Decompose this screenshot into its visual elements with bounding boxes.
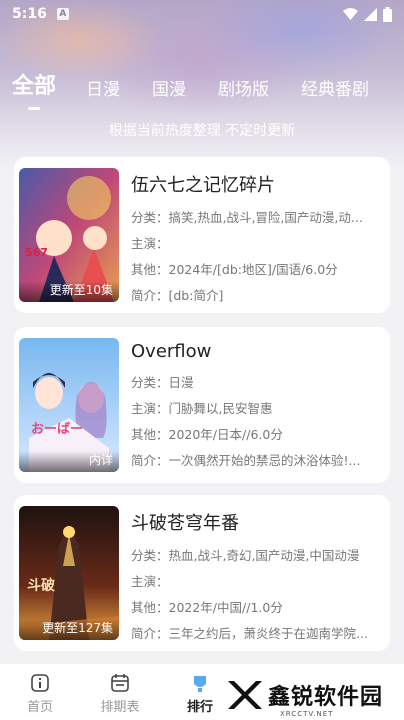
tab-japanese-anime[interactable]: 日漫 bbox=[86, 75, 120, 106]
anime-summary: 简介：一次偶然开始的禁忌的沐浴体验!... bbox=[131, 453, 361, 468]
ranking-icon bbox=[194, 676, 206, 692]
tab-movie[interactable]: 剧场版 bbox=[218, 75, 269, 106]
anime-cast: 主演： bbox=[131, 236, 169, 251]
anime-genre: 分类：搞笑,热血,战斗,冒险,国产动漫,动... bbox=[131, 210, 363, 225]
tab-classic[interactable]: 经典番剧 bbox=[301, 75, 369, 106]
anime-summary: 简介：三年之约后，萧炎终于在迦南学院... bbox=[131, 626, 368, 641]
anime-card[interactable]: 斗破 更新至127集 斗破苍穹年番 分类：热血,战斗,奇幻,国产动漫,中国动漫 … bbox=[14, 495, 390, 651]
nav-ranking-label: 排行 bbox=[186, 700, 213, 715]
anime-summary: 简介：[db:简介] bbox=[131, 288, 224, 303]
category-tabs: 全部 日漫 国漫 剧场版 经典番剧 bbox=[0, 66, 404, 110]
episode-badge: 更新至127集 bbox=[19, 619, 119, 640]
watermark-url: XRCCTV.NET bbox=[280, 710, 334, 718]
svg-text:斗破: 斗破 bbox=[27, 577, 55, 594]
signal-icon bbox=[364, 7, 377, 21]
watermark-text: 鑫锐软件园 bbox=[268, 685, 384, 710]
anime-genre: 分类：日漫 bbox=[131, 375, 194, 390]
anime-cast: 主演： bbox=[131, 574, 169, 589]
nav-home-label: 首页 bbox=[26, 700, 53, 715]
calendar-icon bbox=[111, 674, 129, 692]
anime-genre: 分类：热血,战斗,奇幻,国产动漫,中国动漫 bbox=[131, 548, 360, 563]
anime-title[interactable]: 斗破苍穹年番 bbox=[131, 509, 380, 535]
anime-other: 其他：2020年/日本//6.0分 bbox=[131, 427, 283, 442]
anime-card[interactable]: おーばー 内详 Overflow 分类：日漫 主演：门胁舞以,民安智惠 其他：2… bbox=[14, 327, 390, 483]
episode-badge: 更新至10集 bbox=[19, 281, 119, 302]
nav-schedule[interactable]: 排期表 bbox=[80, 664, 160, 715]
tab-all[interactable]: 全部 bbox=[12, 68, 56, 110]
anime-other: 其他：2024年/[db:地区]/国语/6.0分 bbox=[131, 262, 338, 277]
status-time: 5:16 bbox=[12, 6, 47, 22]
watermark-logo-icon bbox=[228, 681, 262, 709]
nav-schedule-label: 排期表 bbox=[100, 700, 140, 715]
anime-other: 其他：2022年/中国//1.0分 bbox=[131, 600, 283, 615]
svg-text:おーばー: おーばー bbox=[31, 422, 83, 437]
site-watermark: 鑫锐软件园 XRCCTV.NET bbox=[222, 670, 404, 720]
episode-badge: 内详 bbox=[19, 451, 119, 472]
tab-chinese-anime[interactable]: 国漫 bbox=[152, 75, 186, 106]
anime-cast: 主演：门胁舞以,民安智惠 bbox=[131, 401, 273, 416]
anime-card[interactable]: 567 更新至10集 伍六七之记忆碎片 分类：搞笑,热血,战斗,冒险,国产动漫,… bbox=[14, 157, 390, 313]
poster-image[interactable]: おーばー 内详 bbox=[19, 338, 119, 472]
anime-title[interactable]: Overflow bbox=[131, 341, 380, 362]
notification-icon: A bbox=[56, 8, 69, 20]
home-icon bbox=[31, 674, 49, 692]
anime-title[interactable]: 伍六七之记忆碎片 bbox=[131, 171, 380, 197]
battery-icon bbox=[383, 6, 392, 22]
svg-text:567: 567 bbox=[25, 246, 48, 259]
ranking-subtitle: 根据当前热度整理 不定时更新 bbox=[108, 123, 296, 139]
poster-image[interactable]: 567 更新至10集 bbox=[19, 168, 119, 302]
poster-image[interactable]: 斗破 更新至127集 bbox=[19, 506, 119, 640]
status-bar: 5:16 A bbox=[0, 0, 404, 28]
wifi-icon bbox=[343, 7, 358, 20]
nav-home[interactable]: 首页 bbox=[0, 664, 80, 715]
